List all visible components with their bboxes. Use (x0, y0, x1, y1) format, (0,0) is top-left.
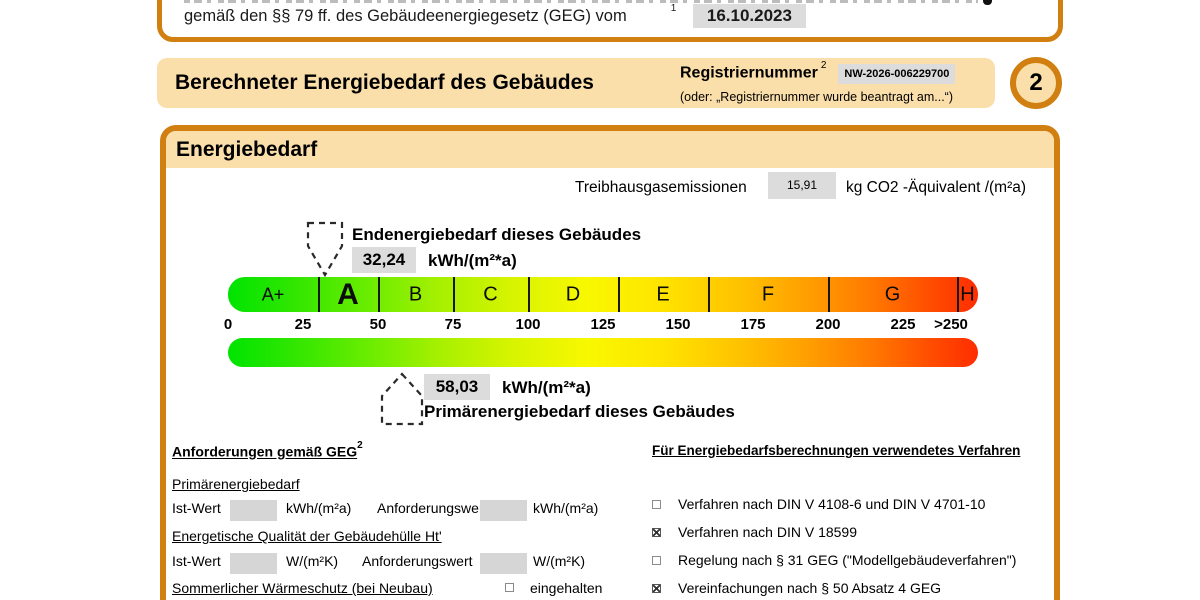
ist-wert-label: Ist-Wert (172, 500, 221, 516)
class-label-c: C (483, 283, 497, 306)
ghg-unit: kg CO2 -Äquivalent /(m²a) (846, 179, 1026, 197)
anf-unit: W/(m²K) (533, 553, 585, 569)
class-label-e: E (656, 283, 669, 306)
ist-wert-primary-field[interactable] (230, 500, 277, 521)
ist-wert-label: Ist-Wert (172, 553, 221, 569)
requirements-heading: Anforderungen gemäß GEG2 (172, 443, 363, 460)
class-divider (453, 277, 455, 312)
class-divider (828, 277, 830, 312)
method-item: Verfahren nach DIN V 4108-6 und DIN V 47… (652, 496, 985, 512)
certificate-header-box: gemäß den §§ 79 ff. des Gebäudeenergiege… (157, 0, 1063, 42)
ist-unit: W/(m²K) (286, 553, 338, 569)
scale-tick: 25 (295, 316, 312, 333)
banner-title: Berechneter Energiebedarf des Gebäudes (175, 58, 594, 108)
requirement-title-envelope: Energetische Qualität der Gebäudehülle H… (172, 528, 442, 544)
anforderungswert-label: Anforderungswert (377, 500, 488, 516)
summer-heat-row: Sommerlicher Wärmeschutz (bei Neubau) ei… (172, 580, 642, 596)
page-number-badge: 2 (1010, 57, 1062, 109)
ghg-label: Treibhausgasemissionen (575, 179, 747, 197)
scale-tick-row: 0255075100125150175200225>250 (228, 316, 988, 336)
class-divider (618, 277, 620, 312)
dashed-arrow-down-icon (302, 220, 348, 278)
dashed-house-up-icon (379, 371, 425, 427)
geg-law-row: gemäß den §§ 79 ff. des Gebäudeenergiege… (184, 4, 806, 28)
end-energy-label: Endenergiebedarf dieses Gebäudes (352, 225, 641, 245)
method-item: Vereinfachungen nach § 50 Absatz 4 GEG (652, 580, 941, 596)
scale-tick: 125 (590, 316, 615, 333)
end-energy-marker (302, 220, 348, 278)
class-divider (528, 277, 530, 312)
class-label-d: D (566, 283, 580, 306)
end-energy-unit: kWh/(m²*a) (428, 251, 517, 271)
anforderungswert-label: Anforderungswert (362, 553, 473, 569)
requirement-title-primary: Primärenergiebedarf (172, 476, 300, 492)
method-checkbox[interactable] (652, 584, 661, 593)
scale-tick: 50 (370, 316, 387, 333)
ist-wert-envelope-field[interactable] (230, 553, 277, 574)
methods-heading: Für Energiebedarfsberechnungen verwendet… (652, 443, 1020, 458)
scale-tick: >250 (934, 316, 968, 333)
method-checkbox[interactable] (652, 528, 661, 537)
registration-number-field[interactable]: NW-2026-006229700 (838, 64, 955, 84)
method-checkbox[interactable] (652, 556, 661, 565)
geg-date-field[interactable]: 16.10.2023 (693, 4, 806, 28)
ghg-value-field[interactable]: 15,91 (768, 172, 836, 199)
class-divider (318, 277, 320, 312)
requirement-row-primary: Ist-Wert kWh/(m²a) Anforderungswert kWh/… (172, 498, 612, 520)
scale-tick: 225 (890, 316, 915, 333)
energiebedarf-section-title: Energiebedarf (166, 131, 1054, 168)
registration-block: Registriernummer2 NW-2026-006229700 (oder… (680, 63, 990, 104)
scale-tick: 175 (740, 316, 765, 333)
scale-tick: 0 (224, 316, 232, 333)
scale-tick: 75 (445, 316, 462, 333)
primary-energy-value-field[interactable]: 58,03 (424, 374, 490, 400)
footnote-2: 2 (821, 60, 827, 71)
method-label: Regelung nach § 31 GEG ("Modellgebäudeve… (678, 552, 1016, 568)
scale-tick: 200 (815, 316, 840, 333)
anforderungswert-envelope-field[interactable] (480, 553, 527, 574)
eingehalten-label: eingehalten (530, 580, 602, 596)
registration-line: Registriernummer2 NW-2026-006229700 (680, 63, 990, 84)
class-label-f: F (762, 283, 774, 306)
scale-tick: 150 (665, 316, 690, 333)
geg-law-text: gemäß den §§ 79 ff. des Gebäudeenergiege… (184, 7, 627, 25)
method-label: Vereinfachungen nach § 50 Absatz 4 GEG (678, 580, 941, 596)
method-item: Regelung nach § 31 GEG ("Modellgebäudeve… (652, 552, 1016, 568)
summer-heat-title: Sommerlicher Wärmeschutz (bei Neubau) (172, 580, 433, 596)
footnote-1: 1 (671, 3, 677, 14)
anforderungswert-primary-field[interactable] (480, 500, 527, 521)
primary-energy-unit: kWh/(m²*a) (502, 378, 591, 398)
scale-tick: 100 (515, 316, 540, 333)
class-divider (708, 277, 710, 312)
checkbox-eingehalten[interactable] (505, 583, 514, 592)
registration-label: Registriernummer (680, 64, 818, 81)
anf-unit: kWh/(m²a) (533, 500, 598, 516)
class-label-h: H (960, 283, 974, 306)
method-checkbox[interactable] (652, 500, 661, 509)
primary-energy-label: Primärenergiebedarf dieses Gebäudes (424, 402, 735, 422)
class-label-b: B (409, 283, 422, 306)
method-label: Verfahren nach DIN V 4108-6 und DIN V 47… (678, 496, 985, 512)
ist-unit: kWh/(m²a) (286, 500, 351, 516)
class-label-a+: A+ (262, 284, 285, 305)
method-item: Verfahren nach DIN V 18599 (652, 524, 857, 540)
clipped-letter-remnant (983, 0, 992, 5)
primary-energy-band (228, 338, 978, 367)
energy-certificate-page: gemäß den §§ 79 ff. des Gebäudeenergiege… (0, 0, 1200, 600)
method-label: Verfahren nach DIN V 18599 (678, 524, 857, 540)
section-banner: Berechneter Energiebedarf des Gebäudes R… (157, 58, 995, 108)
end-energy-value-field[interactable]: 32,24 (352, 247, 416, 273)
class-divider (378, 277, 380, 312)
requirements-heading-text: Anforderungen gemäß GEG (172, 444, 357, 460)
registration-alt-text: (oder: „Registriernummer wurde beantragt… (680, 90, 990, 104)
class-divider (957, 277, 959, 312)
class-label-a: A (337, 278, 359, 312)
efficiency-class-band: A+ A B C D E F G H (228, 277, 978, 312)
requirement-row-envelope: Ist-Wert W/(m²K) Anforderungswert W/(m²K… (172, 551, 612, 573)
primary-energy-marker (379, 371, 425, 427)
footnote-2b: 2 (357, 440, 363, 451)
clipped-text-remnant (184, 0, 978, 3)
class-label-g: G (885, 283, 901, 306)
